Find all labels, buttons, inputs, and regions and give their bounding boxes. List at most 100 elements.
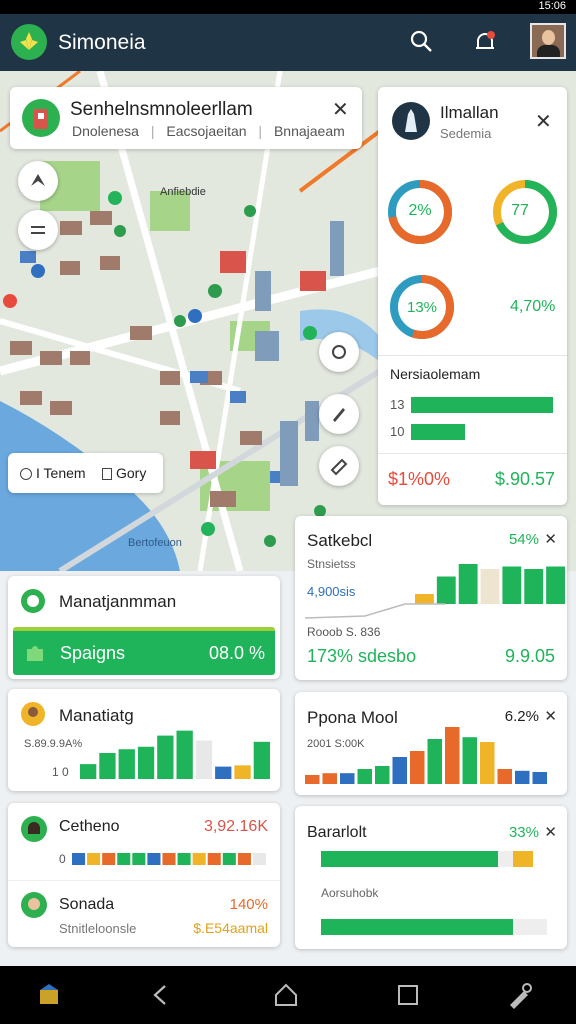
segment	[117, 853, 131, 865]
chart-bar	[445, 727, 460, 784]
status-bar: 15:06	[0, 0, 576, 14]
chart-bar	[234, 765, 251, 779]
card-title: Sonada	[59, 896, 115, 913]
chart-bar	[515, 770, 530, 784]
home-icon[interactable]	[272, 981, 300, 1009]
tools-icon[interactable]	[506, 981, 534, 1009]
bar-chart	[80, 730, 270, 779]
side-panel: Ilmallan Sedemia ✕ 2% 77 13% 4,70% Nersi…	[378, 87, 567, 505]
segment	[252, 853, 266, 865]
card-subtitle: Stnitleloonsle	[59, 921, 137, 936]
back-icon[interactable]	[148, 983, 172, 1007]
summary-card[interactable]: Manatjanmman Spaigns 08.0 %	[8, 576, 280, 679]
map-layers-button[interactable]	[18, 161, 58, 201]
stat-left: 173% sdesbo	[307, 646, 417, 666]
card-percent: 54%	[508, 531, 539, 548]
chart-bar	[480, 742, 495, 784]
location-card[interactable]: Senhelnsmnoleerllam Dnolenesa | Eacsojae…	[10, 87, 362, 149]
close-icon[interactable]: ✕	[544, 707, 557, 725]
card-percent: 33%	[508, 824, 539, 841]
progress-track	[321, 851, 533, 867]
puzzle-icon	[27, 646, 43, 661]
notification-bell-icon[interactable]	[471, 28, 499, 61]
status-time: 15:06	[538, 0, 566, 12]
progress-bar	[321, 851, 498, 867]
segment	[192, 853, 206, 865]
map-label: Anfiebdie	[160, 186, 206, 198]
map-recenter-button[interactable]	[319, 332, 359, 372]
map-edit-button[interactable]	[319, 394, 359, 434]
bar-chart	[305, 727, 547, 784]
card-title: Manatjanmman	[59, 592, 177, 611]
segment	[222, 853, 236, 865]
app-home-icon[interactable]	[36, 982, 62, 1008]
chart-bar	[497, 769, 512, 784]
map-tools-button[interactable]	[319, 446, 359, 486]
system-nav-bar	[0, 966, 576, 1024]
segment	[177, 853, 191, 865]
progress-card[interactable]: Bararlolt 33% ✕ Aorsuhobk	[295, 806, 567, 949]
axis-label: 1 0	[52, 765, 69, 779]
chart-bar	[502, 566, 522, 604]
segment	[132, 853, 146, 865]
segment	[102, 853, 116, 865]
close-icon[interactable]: ✕	[544, 530, 557, 548]
card-value: 3,92.16K	[203, 818, 268, 835]
bar-chart-card[interactable]: Ppona Mool 6.2% ✕ 2001 S:00K	[295, 692, 567, 795]
progress-track	[321, 919, 547, 935]
ring-charts	[388, 180, 557, 339]
chart-bar	[118, 749, 135, 779]
segment-bar	[72, 853, 266, 865]
chart-bar	[322, 773, 337, 784]
recents-icon[interactable]	[396, 983, 420, 1007]
view-toggle-info[interactable]: I Tenem	[20, 465, 86, 481]
avatar-icon	[21, 816, 47, 842]
location-badge-icon	[22, 99, 60, 137]
card-subtitle: Stnsietss	[307, 557, 356, 571]
chart-bar	[410, 751, 425, 784]
card-percent: 140%	[229, 896, 268, 913]
bar-label: 10	[390, 424, 405, 439]
map-filter-button[interactable]	[18, 210, 58, 250]
chart-bar	[357, 769, 372, 784]
chart-bar	[80, 764, 97, 779]
trend-card[interactable]: Satkebcl 54% ✕ Stnsietss 4,900sis Rooob …	[295, 516, 567, 680]
segment	[147, 853, 161, 865]
chart-bar	[176, 730, 193, 779]
close-icon[interactable]: ✕	[544, 823, 557, 841]
band-label: Spaigns	[60, 643, 126, 663]
card-percent: 6.2%	[504, 708, 539, 725]
progress-bar	[411, 397, 553, 413]
segment	[207, 853, 221, 865]
chart-bar	[340, 773, 355, 784]
highlight-band: Spaigns 08.0 %	[13, 627, 275, 675]
card-value: $.E54aamal	[193, 920, 268, 936]
user-avatar[interactable]	[530, 23, 566, 59]
close-icon[interactable]: ✕	[535, 109, 552, 134]
stacked-card[interactable]: Cetheno 3,92.16K 0 Sonada 140% Stnitlelo…	[8, 803, 280, 947]
close-icon[interactable]: ✕	[332, 97, 349, 122]
segment	[237, 853, 251, 865]
chart-bar	[546, 566, 565, 604]
segment	[72, 853, 86, 865]
ring-label-2: 77	[511, 202, 529, 219]
map-water-label: Bertofeuon	[128, 537, 182, 549]
location-tag: Eacsojaeitan	[166, 123, 247, 139]
chart-bar	[99, 752, 116, 779]
avatar-icon	[21, 892, 47, 918]
chart-bar	[462, 737, 477, 784]
chart-bar	[458, 564, 478, 604]
chart-bar	[195, 740, 213, 779]
search-icon[interactable]	[408, 28, 434, 59]
side-panel-subtitle: Sedemia	[440, 126, 492, 141]
location-tag: Bnnajaeam	[273, 123, 345, 139]
info-icon	[20, 468, 32, 481]
chart-bar	[375, 766, 390, 784]
side-stat-right: $.90.57	[494, 469, 555, 489]
view-toggle-category[interactable]: Gory	[102, 465, 146, 481]
location-title: Senhelnsmnoleerllam	[70, 99, 253, 120]
bar-chart-card[interactable]: Manatiatg S.89.9.9A% 1 0	[8, 689, 280, 791]
bar-label: 13	[390, 397, 405, 412]
app-logo-icon[interactable]	[11, 24, 47, 60]
chart-bar	[524, 569, 544, 604]
